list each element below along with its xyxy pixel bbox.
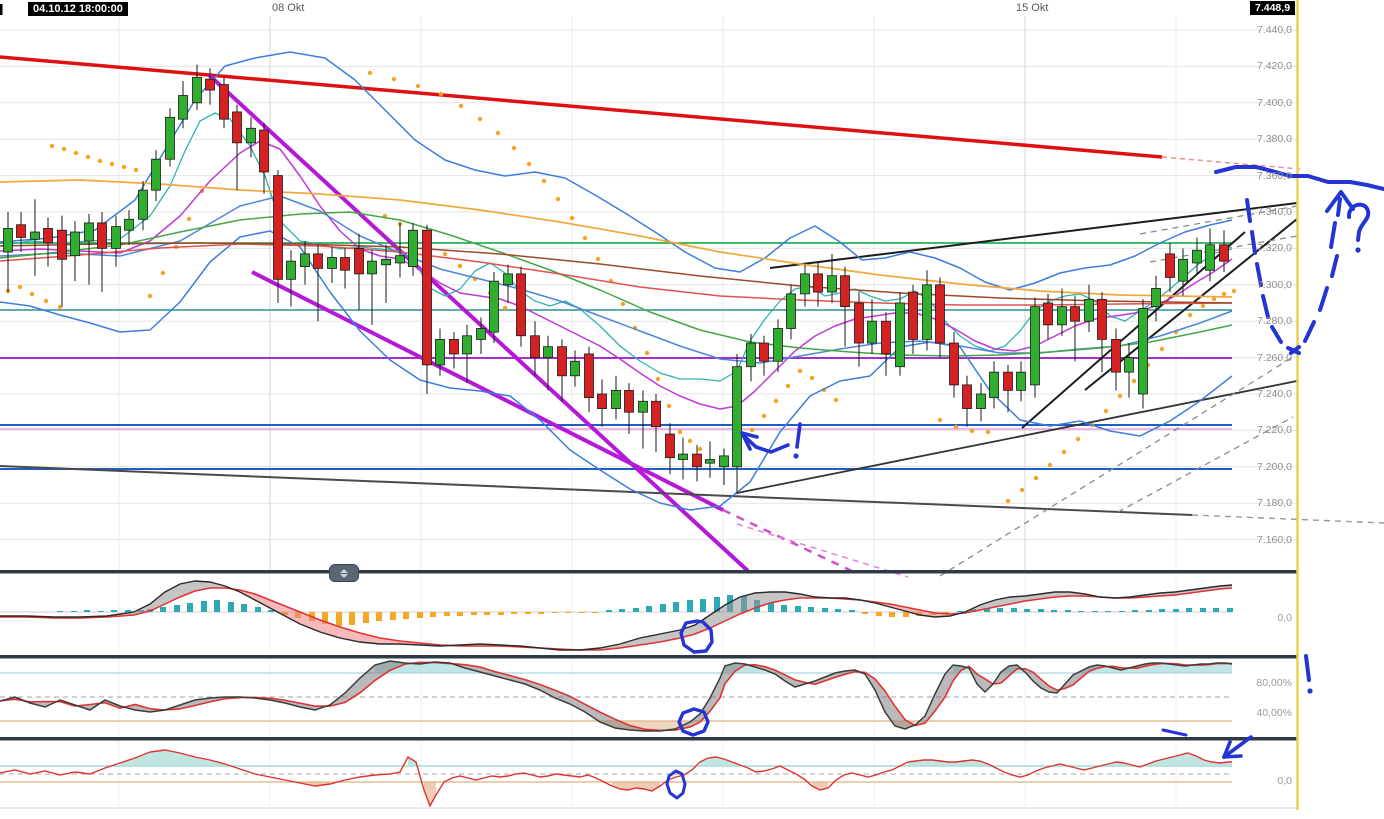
main-chart-plot-surface[interactable] bbox=[0, 18, 1297, 570]
x-axis-label-15-okt: 15 Okt bbox=[1016, 2, 1049, 14]
price-axis-label: 7.160,0 bbox=[1256, 533, 1292, 546]
oscillator-panel-surface[interactable] bbox=[0, 741, 1297, 808]
price-axis-label: 7.380,0 bbox=[1256, 133, 1292, 146]
stoch-80-label: 80,00% bbox=[1256, 677, 1292, 689]
price-axis-label: 7.320,0 bbox=[1256, 242, 1292, 255]
x-axis-label-08-okt: 08 Okt bbox=[272, 2, 305, 14]
current-price-badge: 7.448,9 bbox=[1250, 1, 1296, 15]
macd-zero-label: 0,0 bbox=[1277, 612, 1292, 624]
price-axis-label: 7.340,0 bbox=[1256, 206, 1292, 218]
price-axis-label: 7.200,0 bbox=[1256, 460, 1292, 473]
price-axis-label: 7.220,0 bbox=[1256, 424, 1292, 437]
trading-chart-window: 04.10.12 18:00:00 08 Okt 15 Okt 7.448,9 … bbox=[0, 0, 1384, 819]
panel-resize-handle[interactable] bbox=[329, 564, 359, 582]
price-axis-strip[interactable] bbox=[1297, 0, 1384, 810]
stochastic-panel-surface[interactable] bbox=[0, 659, 1297, 736]
osc-zero-label: 0,0 bbox=[1277, 775, 1292, 787]
price-axis-label: 7.360,0 bbox=[1256, 169, 1292, 182]
price-axis-label: 7.260,0 bbox=[1256, 351, 1292, 364]
price-axis-label: 7.420,0 bbox=[1256, 60, 1292, 73]
price-axis-label: 7.300,0 bbox=[1256, 278, 1292, 291]
resize-up-icon bbox=[340, 568, 348, 573]
stoch-40-label: 40,00% bbox=[1256, 707, 1292, 719]
price-axis-label: 7.180,0 bbox=[1256, 497, 1292, 510]
price-axis-label: 7.400,0 bbox=[1256, 96, 1292, 109]
price-axis-label: 7.280,0 bbox=[1256, 315, 1292, 328]
macd-panel-surface[interactable] bbox=[0, 575, 1297, 654]
last-update-box: 04.10.12 18:00:00 bbox=[28, 2, 128, 16]
resize-down-icon bbox=[340, 573, 348, 578]
price-axis-label: 7.440,0 bbox=[1256, 24, 1292, 36]
price-axis-label: 7.240,0 bbox=[1256, 388, 1292, 400]
